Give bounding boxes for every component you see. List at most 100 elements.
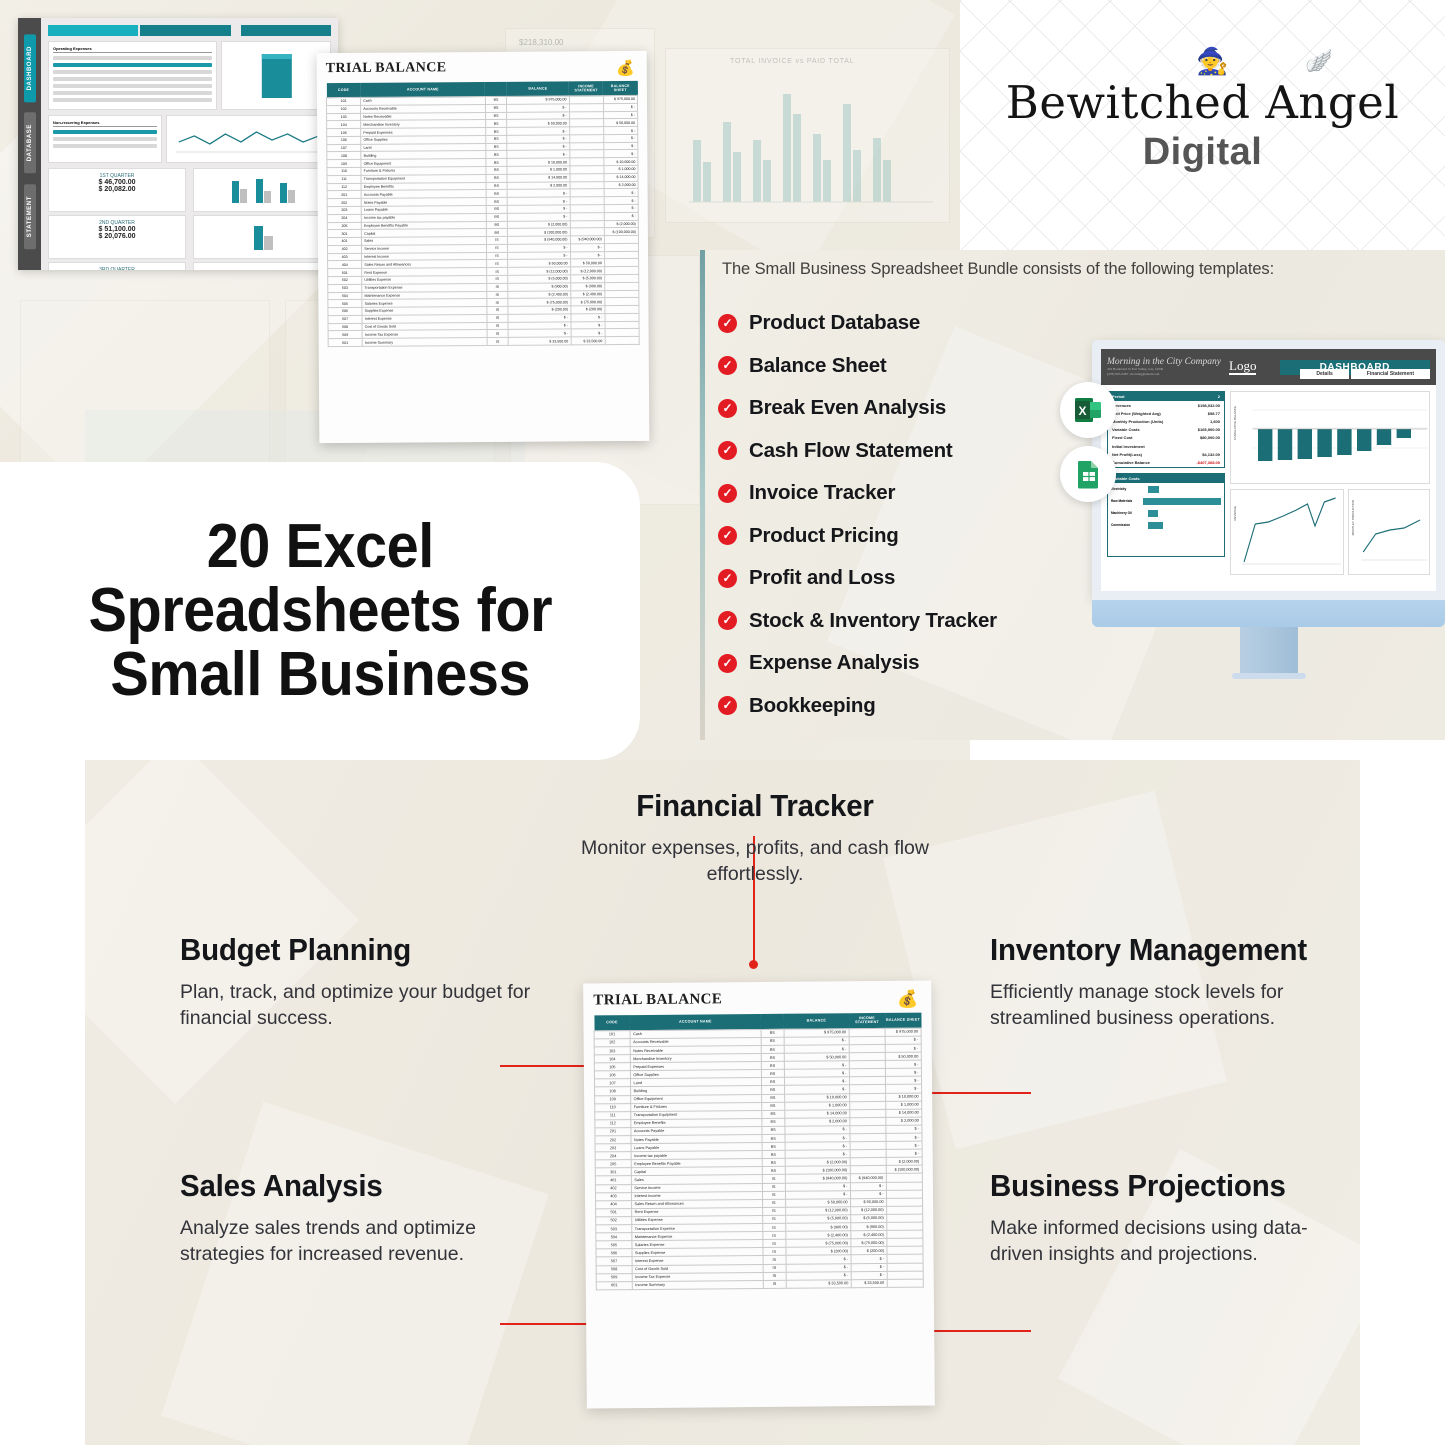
table-cell: $ 1,000.00 [603,165,638,174]
table-cell: BS [485,150,508,159]
kpi-label: Variable Costs [1112,427,1140,433]
variable-costs-panel: Variable Costs Electricity Raw Materials M… [1107,472,1225,557]
table-column-header: BALANCE [506,81,570,97]
table-cell: $ - [603,204,639,213]
table-cell: BS [485,197,508,206]
dashboard-month-bar [48,25,331,36]
table-cell: IS [762,1174,786,1184]
dashboard-sidebar: DASHBOARD DATABASE STATEMENT [18,18,41,270]
table-cell: $ 10,000.00 [603,157,638,166]
quarter-chart [193,215,331,259]
connector-line-projections [923,1330,1031,1332]
table-cell: $ 33,500.00 [508,337,571,346]
table-cell: IS [486,275,509,284]
table-cell: 102 [594,1038,631,1047]
table-cell: $ 14,000.00 [603,173,639,182]
page-title: 20 Excel Spreadsheets for Small Business [88,515,552,707]
table-cell: 103 [594,1046,631,1055]
table-cell: $ - [851,1262,888,1272]
table-cell [886,1230,923,1239]
bundle-item-label: Invoice Tracker [749,481,896,505]
table-cell: BS [485,143,508,151]
kpi-label: Cumulative Balance [1112,459,1151,465]
table-cell: BS [485,127,508,136]
monthly-trend-chart [165,115,331,163]
check-circle-icon: ✓ [718,398,737,418]
variable-costs-title: Variable Costs [1112,475,1140,481]
bundle-item: ✓ Break Even Analysis [718,387,1098,430]
check-circle-icon: ✓ [718,356,737,376]
quarter-chart [193,262,331,270]
table-cell: 204 [327,214,362,223]
decor-shape [161,1101,549,1445]
table-column-header: ACCOUNT NAME [360,81,486,98]
table-cell: 301 [327,229,362,238]
table-cell: IS [762,1263,786,1273]
table-cell: IS [486,259,509,268]
table-cell: 403 [327,252,362,261]
sidebar-tab-database[interactable]: DATABASE [23,112,36,174]
tab-financial-statement[interactable]: Financial Statement [1350,369,1430,379]
quarter-chart [193,168,331,212]
feature-sales-analysis: Sales Analysis Analyze sales trends and … [180,1168,530,1267]
angel-wings-icon: 🪽 [1305,48,1333,73]
table-cell: BS [761,1053,784,1062]
bundle-item-label: Bookkeeping [749,693,876,717]
feature-financial-tracker: Financial Tracker Monitor expenses, prof… [540,788,970,887]
table-cell: IS [486,236,508,245]
money-accounting-icon: 💰 [897,989,919,1009]
hero-title-card: 20 Excel Spreadsheets for Small Business [0,462,640,760]
table-cell: 402 [327,245,362,254]
table-cell: BS [485,111,507,120]
table-cell: 103 [326,112,361,121]
table-cell: BS [485,228,508,237]
table-cell: IS [486,290,509,299]
tab-details[interactable]: Details [1300,369,1349,379]
brand-logo-panel: Bewitched Angel 🧙 🪽 Digital [960,0,1445,250]
monitor-screen: Morning in the City Company 416 Boulevar… [1092,340,1445,600]
table-cell: IS [762,1190,786,1200]
bundle-item: ✓ Expense Analysis [718,642,1098,685]
quarter-card: 3RD QUARTER $ 48,500.00 $ 19,659.00 [48,262,186,270]
budget-dashboard-preview: DASHBOARD DATABASE STATEMENT Operating E… [18,18,338,270]
sidebar-tab-dashboard[interactable]: DASHBOARD [23,34,36,103]
revenue-line-chart: REVENUE [1230,489,1344,575]
dashboard-tabs: Details Financial Statement [1300,369,1430,379]
table-cell: BS [761,1134,785,1143]
table-cell: BS [485,166,508,175]
table-cell: BS [761,1118,785,1127]
table-cell: $ (100,000.00) [604,227,639,236]
table-cell: BS [762,1166,785,1175]
quarter-name: 3RD QUARTER [99,267,135,270]
check-circle-icon: ✓ [718,653,737,673]
production-axis-label: MONTHLY PRODUCTION [1351,500,1355,536]
table-cell: BS [485,104,507,113]
table-cell: 601 [596,1281,633,1290]
variable-cost-label: Raw Materials [1111,499,1133,503]
kpi-value: $4,132.00 [1202,451,1220,457]
table-cell [604,282,639,291]
table-cell: BS [761,1061,785,1070]
table-cell: 202 [327,198,362,207]
variable-cost-bar [1148,521,1164,529]
table-cell: BS [485,135,508,144]
table-cell [604,305,639,314]
variable-costs-header: Variable Costs [1108,473,1224,483]
monitor-chin [1092,600,1445,627]
table-cell: BS [761,1109,785,1119]
check-circle-icon: ✓ [718,696,737,716]
table-cell: BS [761,1158,785,1167]
feature-title: Sales Analysis [180,1168,383,1203]
table-cell: BS [761,1077,785,1086]
table-cell: IS [762,1231,786,1240]
feature-infographic: Financial Tracker Monitor expenses, prof… [85,760,1360,1445]
sidebar-tab-statement[interactable]: STATEMENT [23,183,36,249]
table-cell: 101 [594,1030,631,1039]
trial-balance-preview-top: TRIAL BALANCE 💰 CODE ACCOUNT NAME BALANCE I… [316,50,650,444]
table-cell: BS [485,119,508,128]
variable-cost-row: Commission [1111,521,1221,529]
quarter-expense: $ 20,082.00 [98,186,136,193]
table-cell: IS [762,1247,786,1256]
table-cell [886,1246,924,1255]
table-column-header: BALANCE SHEET [884,1012,922,1029]
